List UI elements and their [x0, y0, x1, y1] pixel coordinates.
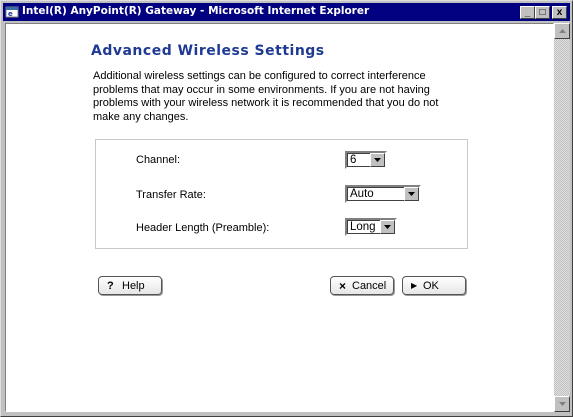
transfer-rate-value: Auto	[350, 188, 374, 200]
close-button[interactable]: x	[552, 6, 567, 19]
ie-app-icon: e	[5, 6, 19, 18]
cancel-button-label: Cancel	[352, 280, 387, 292]
channel-label: Channel:	[136, 154, 181, 166]
cancel-button[interactable]: × Cancel	[330, 276, 394, 295]
settings-panel: Channel: 6 Transfer Rate: Auto Header Le…	[95, 139, 468, 249]
arrow-up-icon	[559, 29, 566, 33]
preamble-select[interactable]: Long	[345, 218, 397, 236]
svg-text:e: e	[8, 10, 13, 18]
arrow-down-icon	[559, 402, 566, 406]
transfer-rate-label: Transfer Rate:	[136, 189, 206, 201]
play-arrow-icon: ▶	[411, 281, 418, 290]
page-title: Advanced Wireless Settings	[91, 43, 325, 59]
help-button[interactable]: ? Help	[98, 276, 162, 295]
ok-button-label: OK	[423, 280, 439, 292]
scroll-up-button[interactable]	[554, 23, 570, 39]
channel-value: 6	[350, 154, 357, 166]
scroll-down-button[interactable]	[554, 396, 570, 412]
ok-button[interactable]: ▶ OK	[402, 276, 466, 295]
dropdown-arrow-icon[interactable]	[404, 187, 419, 201]
window-title: Intel(R) AnyPoint(R) Gateway - Microsoft…	[22, 5, 370, 17]
preamble-value: Long	[350, 221, 376, 233]
maximize-button[interactable]: □	[535, 6, 550, 19]
dropdown-arrow-icon[interactable]	[370, 153, 385, 167]
help-button-label: Help	[122, 280, 145, 292]
transfer-rate-select[interactable]: Auto	[345, 185, 421, 203]
minimize-button[interactable]: _	[520, 6, 535, 19]
preamble-label: Header Length (Preamble):	[136, 222, 270, 234]
dropdown-arrow-icon[interactable]	[380, 220, 395, 234]
intro-text: Additional wireless settings can be conf…	[93, 70, 439, 123]
question-icon: ?	[107, 280, 114, 292]
vertical-scrollbar[interactable]	[554, 23, 570, 412]
x-icon: ×	[339, 279, 347, 293]
title-bar[interactable]: e Intel(R) AnyPoint(R) Gateway - Microso…	[3, 3, 570, 21]
channel-select[interactable]: 6	[345, 151, 387, 169]
